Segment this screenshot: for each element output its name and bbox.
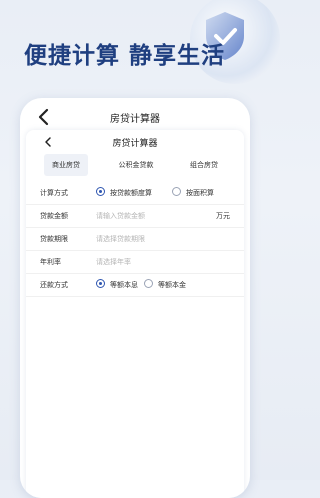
nav-title: 房贷计算器 — [110, 114, 160, 125]
calc-by-amount-label: 按贷款额度算 — [110, 189, 152, 197]
repay-method-row: 还款方式 等额本息 等额本金 — [26, 274, 244, 297]
calculator-card: 房贷计算器 商业房贷 公积金贷款 组合房贷 计算方式 按贷款额度算 按面积算 贷… — [26, 130, 244, 498]
tab-combined-loan[interactable]: 组合房贷 — [182, 154, 226, 176]
radio-checked-icon — [96, 187, 105, 196]
equal-installment-radio[interactable]: 等额本息 — [96, 279, 144, 291]
radio-unchecked-icon — [172, 187, 181, 196]
loan-term-label: 贷款期限 — [40, 235, 68, 243]
calc-by-amount-radio[interactable]: 按贷款额度算 — [96, 187, 162, 199]
equal-principal-radio[interactable]: 等额本金 — [144, 279, 194, 291]
equal-installment-label: 等额本息 — [110, 281, 138, 289]
loan-type-tabs: 商业房贷 公积金贷款 组合房贷 — [26, 154, 244, 178]
sub-nav-title: 房贷计算器 — [112, 139, 158, 149]
rate-row: 年利率 — [26, 251, 244, 274]
radio-checked-icon — [96, 279, 105, 288]
calc-by-area-radio[interactable]: 按面积算 — [172, 187, 228, 199]
phone-mockup: 房贷计算器 房贷计算器 商业房贷 公积金贷款 组合房贷 计算方式 按贷款额度算 — [20, 98, 250, 498]
equal-principal-label: 等额本金 — [158, 281, 186, 289]
loan-term-row: 贷款期限 — [26, 228, 244, 251]
loan-amount-label: 贷款金额 — [40, 212, 68, 220]
calc-method-label: 计算方式 — [40, 189, 68, 197]
tab-provident-fund-loan[interactable]: 公积金贷款 — [110, 154, 162, 176]
loan-term-input[interactable] — [96, 232, 196, 245]
calc-by-area-label: 按面积算 — [186, 189, 214, 197]
loan-amount-input[interactable] — [96, 209, 196, 222]
calc-method-row: 计算方式 按贷款额度算 按面积算 — [26, 182, 244, 205]
rate-input[interactable] — [96, 255, 196, 268]
sub-nav-bar: 房贷计算器 — [26, 130, 244, 154]
repay-method-label: 还款方式 — [40, 281, 68, 289]
loan-amount-row: 贷款金额 万元 — [26, 205, 244, 228]
headline: 便捷计算 静享生活 — [24, 43, 226, 69]
radio-unchecked-icon — [144, 279, 153, 288]
tab-commercial-loan[interactable]: 商业房贷 — [44, 154, 88, 176]
rate-label: 年利率 — [40, 258, 61, 266]
loan-amount-unit: 万元 — [216, 212, 230, 220]
